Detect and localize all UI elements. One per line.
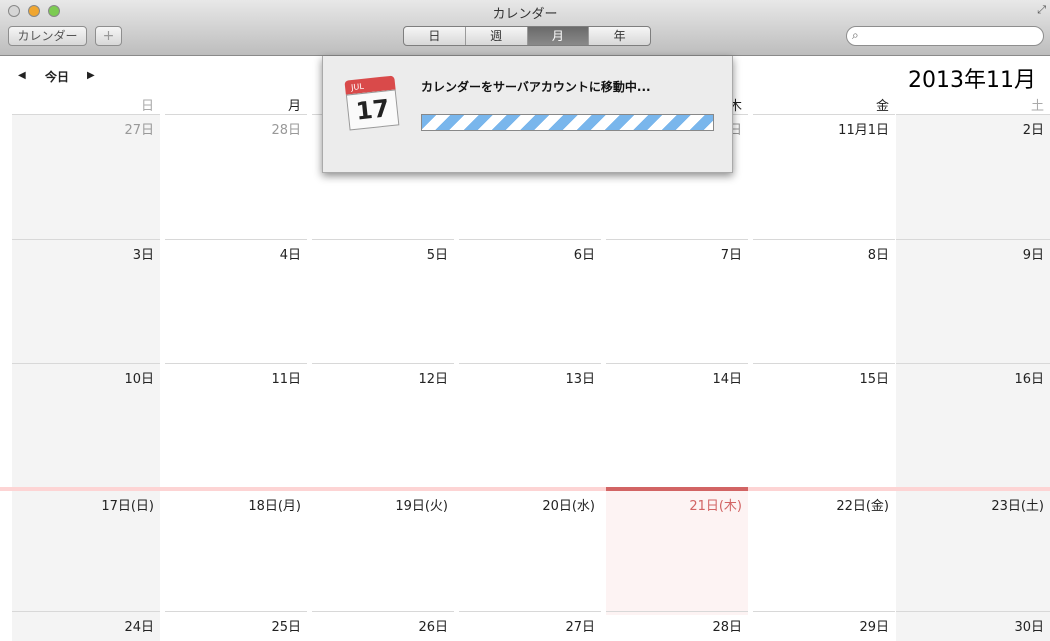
day-label: 5日 — [426, 248, 448, 263]
day-cell[interactable]: 14日 — [606, 363, 748, 487]
day-label: 6日 — [573, 248, 595, 263]
prev-month-button[interactable]: ◀ — [18, 70, 26, 81]
day-cell[interactable]: 12日 — [312, 363, 454, 487]
day-cell[interactable]: 20日(水) — [459, 491, 601, 615]
day-label: 20日(水) — [542, 499, 595, 514]
day-label: 16日 — [1014, 372, 1044, 387]
day-cell[interactable]: 2日 — [896, 114, 1050, 239]
fullscreen-icon[interactable]: ⤢ — [1037, 3, 1046, 17]
day-label: 10日 — [124, 372, 154, 387]
day-label: 27日 — [124, 123, 154, 138]
view-switcher: 日 週 月 年 — [403, 26, 651, 46]
calendar-app-icon: JUL 17 — [344, 75, 400, 133]
day-label: 11日 — [271, 372, 301, 387]
search-input[interactable]: ⌕ — [846, 26, 1044, 46]
day-cell[interactable]: 5日 — [312, 239, 454, 363]
day-cell[interactable]: 30日 — [896, 611, 1050, 641]
tab-year[interactable]: 年 — [589, 27, 650, 45]
day-cell[interactable]: 28日 — [606, 611, 748, 641]
day-cell[interactable]: 11日 — [165, 363, 307, 487]
search-icon: ⌕ — [852, 28, 859, 42]
next-month-button[interactable]: ▶ — [87, 70, 95, 81]
day-cell[interactable]: 27日 — [12, 114, 160, 239]
day-label: 30日 — [1014, 620, 1044, 635]
toolbar: カレンダー ⤢ カレンダー + 日 週 月 年 ⌕ — [0, 0, 1050, 56]
day-cell[interactable]: 10日 — [12, 363, 160, 487]
day-cell[interactable]: 17日(日) — [12, 491, 160, 615]
today-marker — [606, 487, 748, 491]
day-cell[interactable]: 11月1日 — [753, 114, 895, 239]
day-cell[interactable]: 25日 — [165, 611, 307, 641]
progress-dialog: JUL 17 カレンダーをサーバアカウントに移動中... — [322, 56, 733, 173]
day-label: 23日(土) — [991, 499, 1044, 514]
day-cell[interactable]: 16日 — [896, 363, 1050, 487]
day-label: 11月1日 — [838, 123, 889, 138]
day-cell[interactable]: 27日 — [459, 611, 601, 641]
day-cell[interactable]: 23日(土) — [896, 491, 1050, 615]
day-cell[interactable]: 15日 — [753, 363, 895, 487]
tab-month[interactable]: 月 — [527, 27, 590, 45]
day-cell[interactable]: 3日 — [12, 239, 160, 363]
day-label: 3日 — [132, 248, 154, 263]
weekday-header: 土 — [1030, 99, 1044, 114]
day-label: 19日(火) — [395, 499, 448, 514]
day-label: 26日 — [418, 620, 448, 635]
day-label: 7日 — [720, 248, 742, 263]
calendars-button[interactable]: カレンダー — [8, 26, 87, 46]
day-cell[interactable]: 9日 — [896, 239, 1050, 363]
day-cell[interactable]: 6日 — [459, 239, 601, 363]
weekday-header: 金 — [875, 99, 889, 114]
window-title: カレンダー — [492, 7, 558, 22]
day-label: 12日 — [418, 372, 448, 387]
day-cell[interactable]: 18日(月) — [165, 491, 307, 615]
tab-day[interactable]: 日 — [404, 27, 466, 45]
day-label: 2日 — [1022, 123, 1044, 138]
day-label: 17日(日) — [101, 499, 154, 514]
add-event-button[interactable]: + — [95, 26, 122, 46]
day-label: 24日 — [124, 620, 154, 635]
day-label: 18日(月) — [248, 499, 301, 514]
day-label: 4日 — [279, 248, 301, 263]
day-cell[interactable]: 7日 — [606, 239, 748, 363]
weekday-header: 日 — [140, 99, 154, 114]
day-cell[interactable]: 26日 — [312, 611, 454, 641]
day-cell[interactable]: 4日 — [165, 239, 307, 363]
day-label: 28日 — [712, 620, 742, 635]
day-label: 29日 — [859, 620, 889, 635]
progress-message: カレンダーをサーバアカウントに移動中... — [421, 80, 651, 94]
tab-week[interactable]: 週 — [466, 27, 528, 45]
day-label: 27日 — [565, 620, 595, 635]
month-title: 2013年11月 — [908, 68, 1036, 93]
day-cell[interactable]: 24日 — [12, 611, 160, 641]
day-cell[interactable]: 13日 — [459, 363, 601, 487]
day-label: 14日 — [712, 372, 742, 387]
day-cell[interactable]: 28日 — [165, 114, 307, 239]
day-cell[interactable]: 29日 — [753, 611, 895, 641]
day-cell[interactable]: 19日(火) — [312, 491, 454, 615]
day-label: 13日 — [565, 372, 595, 387]
day-label: 28日 — [271, 123, 301, 138]
day-label: 21日(木) — [689, 499, 742, 514]
progress-bar — [421, 114, 714, 131]
day-label: 9日 — [1022, 248, 1044, 263]
day-label: 22日(金) — [836, 499, 889, 514]
today-button[interactable]: 今日 — [45, 68, 69, 85]
day-cell[interactable]: 22日(金) — [753, 491, 895, 615]
day-cell[interactable]: 8日 — [753, 239, 895, 363]
day-label: 8日 — [867, 248, 889, 263]
day-label: 25日 — [271, 620, 301, 635]
day-label: 15日 — [859, 372, 889, 387]
day-cell[interactable]: 21日(木) — [606, 487, 748, 615]
weekday-header: 月 — [287, 99, 301, 114]
